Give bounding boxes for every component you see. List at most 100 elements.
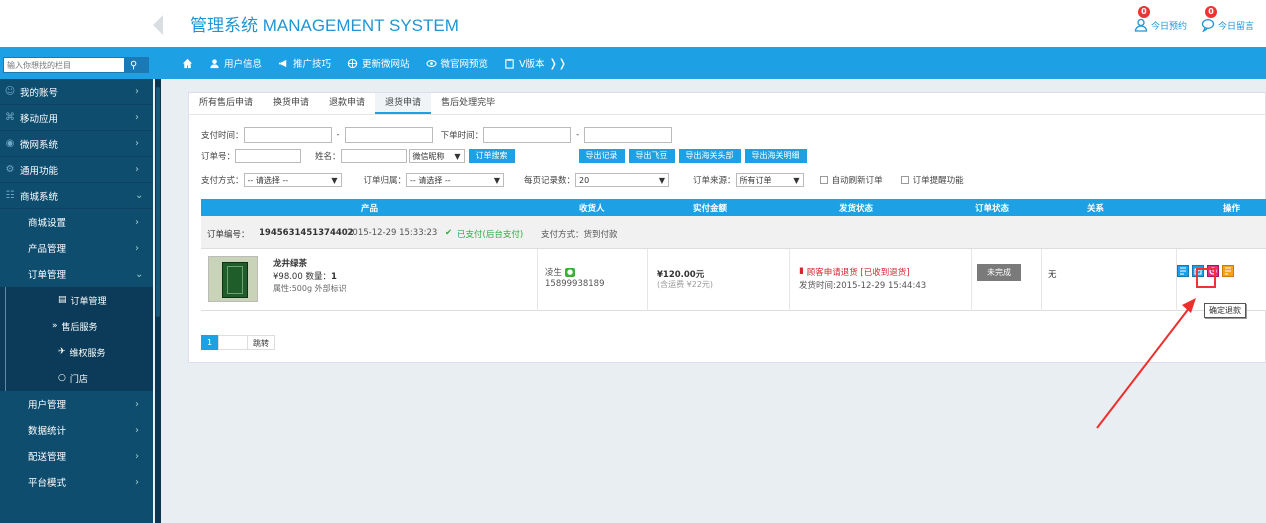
sidebar-leaf-label: 订单管理 [70,296,107,307]
person-icon: ☺ [4,86,16,97]
highlight-box [1196,268,1216,288]
col-header-shipping: 发货状态 [839,204,874,214]
cell-divider [1176,249,1177,311]
home-button[interactable] [174,47,201,79]
today-appointments[interactable]: 0 今日预约 [1134,6,1187,32]
sidebar-subitem-product-management[interactable]: 产品管理 › [0,235,153,261]
sidebar-subitem-label: 用户管理 [28,400,67,411]
caret-down-icon: ▼ [454,151,461,161]
chevron-right-icon: › [135,216,139,228]
scrollbar-thumb[interactable] [156,87,160,317]
note-icon[interactable] [1222,265,1234,277]
eye-icon [425,59,437,67]
order-owner-select[interactable]: -- 请选择 -- ▼ [406,173,505,187]
column-search-input[interactable] [4,58,124,72]
export-records-button[interactable]: 导出记录 [578,149,625,163]
cell-divider [537,249,538,311]
chat-icon [1201,19,1215,32]
name-label: 姓名： [315,152,341,162]
pay-method-select[interactable]: -- 请选择 -- ▼ [243,173,342,187]
sidebar-subitem-data-statistics[interactable]: 数据统计 › [0,417,153,443]
sidebar-collapse-notch[interactable] [153,15,163,35]
search-icon[interactable]: ⚲ [130,60,137,71]
export-feidou-button[interactable]: 导出飞豆 [628,149,675,163]
order-number: 1945631451374402 [259,228,354,238]
sidebar-subitem-label: 平台模式 [28,478,67,489]
order-time-label: 下单时间： [440,131,484,141]
nav-user-info[interactable]: 用户信息 [201,47,270,79]
nav-update-site[interactable]: 更新微网站 [339,47,418,79]
sidebar-item-label: 商城系统 [20,191,59,203]
nav-site-preview[interactable]: 微官网预览 [418,47,497,79]
edit-icon[interactable] [1177,265,1189,277]
sidebar-subitem-order-management[interactable]: 订单管理 ⌄ [0,261,153,287]
caret-down-icon: ▼ [331,175,338,185]
sidebar-subitem-mall-settings[interactable]: 商城设置 › [0,209,153,235]
tea-box-label [227,266,243,294]
source-label: 订单来源： [693,176,736,186]
pay-time-start-input[interactable] [243,127,332,143]
per-page-select-value: 20 [579,175,590,185]
chevron-right-icon: › [135,112,139,123]
sidebar-subitem-label: 产品管理 [28,244,67,255]
sidebar-item-my-account[interactable]: ☺ 我的账号 › [0,79,153,105]
today-messages[interactable]: 0 今日留言 [1201,6,1254,32]
export-customs-header-button[interactable]: 导出海关头部 [678,149,741,163]
home-icon [182,58,193,68]
order-search-button[interactable]: 订单搜索 [468,149,515,163]
tab-all-after-sales[interactable]: 所有售后申请 [189,93,263,114]
order-time-start-input[interactable] [483,127,572,143]
tab-return[interactable]: 退货申请 [375,93,432,114]
chevron-right-icon: › [135,164,139,175]
tab-exchange[interactable]: 换货申请 [263,93,319,114]
sidebar-item-mobile-apps[interactable]: ⌘ 移动应用 › [0,105,153,131]
nickname-select[interactable]: 微信昵称 ▼ [408,149,465,163]
sidebar-leaf-order-management[interactable]: ▤ 订单管理 [0,287,153,313]
source-select[interactable]: 所有订单 ▼ [735,173,804,187]
sidebar-leaf-after-sales[interactable]: » 售后服务 [0,313,153,339]
sidebar-subitem-platform-mode[interactable]: 平台模式 › [0,469,153,495]
user-icon [210,58,219,68]
per-page-select[interactable]: 20 ▼ [575,173,670,187]
product-thumbnail[interactable] [208,256,258,302]
name-input[interactable] [340,149,407,163]
confirm-refund-tooltip: 确定退款 [1204,303,1246,318]
nav-promotion-tips-label: 推广技巧 [293,59,332,70]
order-no-input[interactable] [235,149,302,163]
page-number-current[interactable]: 1 [201,335,218,350]
sidebar-item-common-functions[interactable]: ⚙ 通用功能 › [0,157,153,183]
check-circle-icon: ✔ [445,228,453,238]
main-navbar: ⚲ 用户信息 推广技巧 更新微网站 微官网预览 V版本 ❭❭ [0,47,1266,79]
chevron-right-icon: › [135,476,139,488]
col-header-amount: 实付金额 [693,204,728,214]
source-select-value: 所有订单 [739,175,772,185]
sidebar-subitem-label: 配送管理 [28,452,67,463]
pay-method: 支付方式：货到付款 [541,230,618,240]
auto-refresh-checkbox[interactable] [819,176,828,184]
cell-divider [647,249,648,311]
page-jump-button[interactable]: 跳转 [247,335,275,350]
sidebar-item-mall-system[interactable]: ☷ 商城系统 ⌄ [0,183,153,209]
sidebar-leaf-stores[interactable]: ○ 门店 [0,365,153,391]
sidebar-item-micro-site[interactable]: ◉ 微网系统 › [0,131,153,157]
order-remind-checkbox[interactable] [900,176,909,184]
settings-icon: ⚙ [5,164,15,175]
page-jump-input[interactable] [218,335,248,350]
sidebar-scrollbar[interactable] [155,79,161,523]
shipping-fee: (含运费 ¥22元) [657,280,714,289]
sidebar-leaf-rights-protection[interactable]: ✈ 维权服务 [0,339,153,365]
tab-completed[interactable]: 售后处理完毕 [431,93,505,114]
order-owner-select-value: -- 请选择 -- [410,175,451,185]
caret-down-icon: ▼ [493,175,501,185]
sidebar-subitem-delivery-management[interactable]: 配送管理 › [0,443,153,469]
chevron-right-icon: › [135,450,139,462]
nav-promotion-tips[interactable]: 推广技巧 [270,47,339,79]
top-right-bar: 0 今日预约 0 今日留言 [1134,6,1254,32]
tab-refund[interactable]: 退款申请 [319,93,375,114]
sidebar-subitem-user-management[interactable]: 用户管理 › [0,391,153,417]
order-time-end-input[interactable] [584,127,673,143]
export-customs-detail-button[interactable]: 导出海关明细 [744,149,807,163]
after-sales-panel: 所有售后申请 换货申请 退款申请 退货申请 售后处理完毕 支付时间： - 下单时… [188,92,1266,363]
nav-v-version[interactable]: V版本 ❭❭ [496,47,575,79]
pay-time-end-input[interactable] [344,127,433,143]
